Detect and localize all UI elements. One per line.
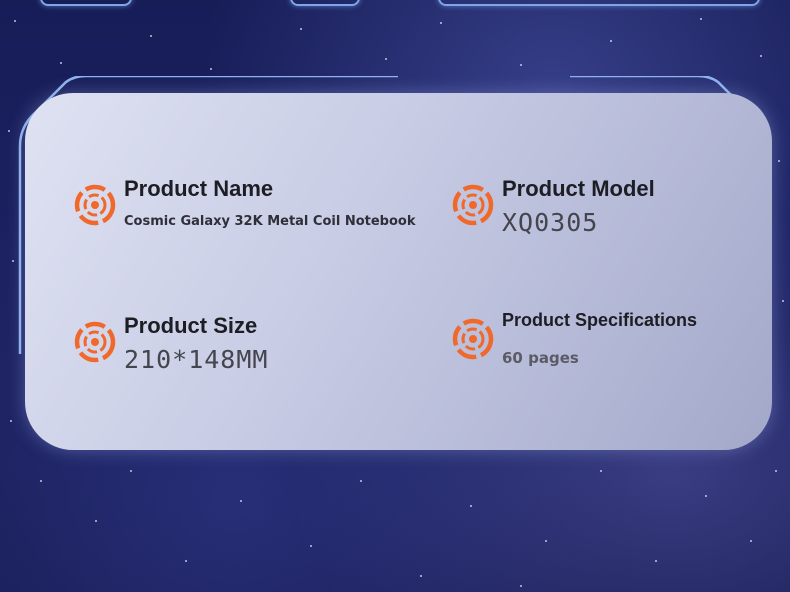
orange-gear-ring-icon: [74, 321, 116, 363]
info-item-product-specifications: Product Specifications 60 pages: [450, 310, 697, 367]
orange-gear-ring-icon: [452, 318, 494, 360]
top-frame-segment: [438, 0, 760, 6]
info-item-product-model: Product Model XQ0305: [450, 176, 655, 237]
product-size-label: Product Size: [124, 313, 258, 338]
product-specifications-label: Product Specifications: [502, 310, 698, 330]
product-size-value: 210*148MM: [124, 345, 269, 374]
top-frame-segment: [290, 0, 360, 6]
product-model-value: XQ0305: [502, 208, 599, 237]
info-item-product-size: Product Size 210*148MM: [72, 313, 268, 374]
top-frame-segment: [40, 0, 132, 6]
product-info-panel: [25, 93, 772, 450]
product-name-label: Product Name: [124, 176, 274, 201]
product-model-label: Product Model: [502, 176, 655, 201]
orange-gear-ring-icon: [74, 184, 116, 226]
product-specifications-value: 60 pages: [502, 349, 579, 367]
orange-gear-ring-icon: [452, 184, 494, 226]
info-item-product-name: Product Name Cosmic Galaxy 32K Metal Coi…: [72, 176, 415, 229]
product-name-value: Cosmic Galaxy 32K Metal Coil Notebook: [124, 214, 416, 229]
